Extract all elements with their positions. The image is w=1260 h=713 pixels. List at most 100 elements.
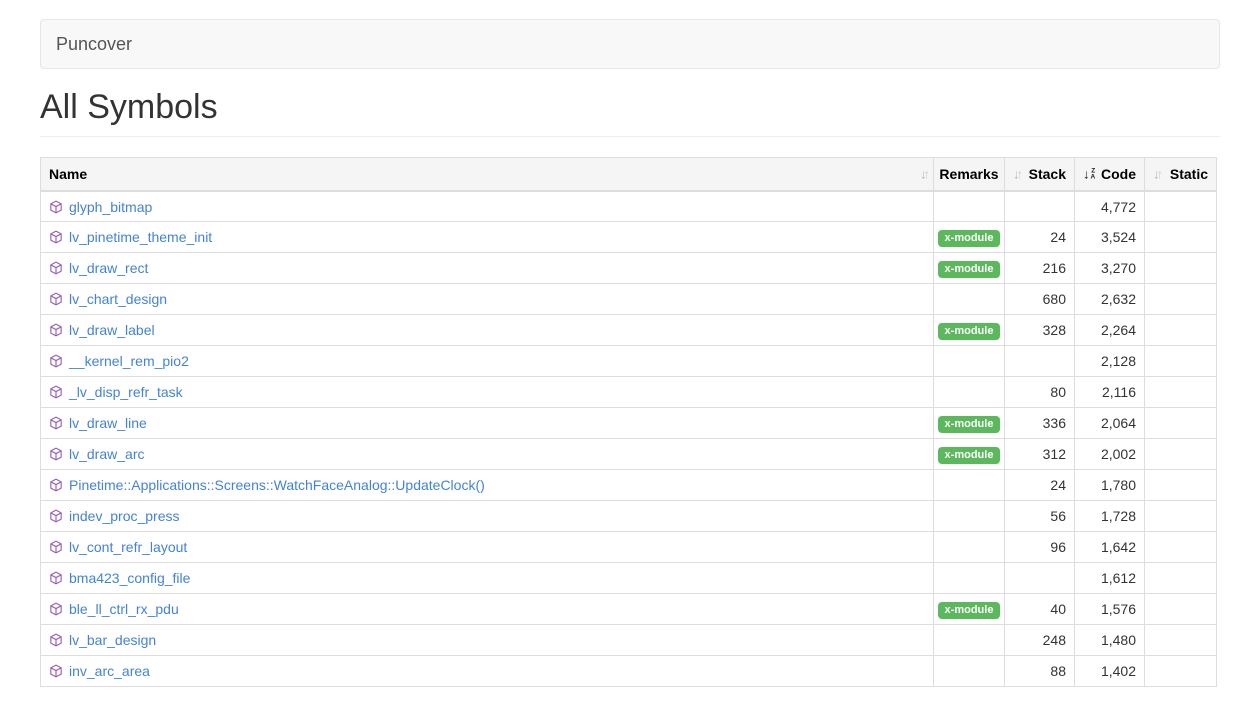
- cube-icon: [49, 540, 63, 554]
- symbols-table: Name ↓↑ Remarks ↓↑ Stack ↓ZA Code ↓↑ Sta…: [40, 157, 1217, 687]
- code-cell: 2,116: [1075, 377, 1145, 408]
- static-cell: [1145, 656, 1217, 687]
- symbol-link[interactable]: lv_draw_rect: [69, 260, 148, 276]
- table-row: lv_draw_label x-module 328 2,264: [41, 315, 1217, 346]
- stack-cell: 88: [1005, 656, 1075, 687]
- table-row: glyph_bitmap 4,772: [41, 191, 1217, 222]
- symbol-link[interactable]: lv_cont_refr_layout: [69, 539, 187, 555]
- table-row: Pinetime::Applications::Screens::WatchFa…: [41, 470, 1217, 501]
- table-row: lv_chart_design 680 2,632: [41, 284, 1217, 315]
- remarks-cell: x-module: [934, 594, 1005, 625]
- stack-cell: 312: [1005, 439, 1075, 470]
- brand-link[interactable]: Puncover: [56, 19, 132, 69]
- cube-icon: [49, 602, 63, 616]
- x-module-badge: x-module: [938, 416, 1001, 433]
- symbol-link[interactable]: __kernel_rem_pio2: [69, 353, 189, 369]
- code-cell: 1,780: [1075, 470, 1145, 501]
- cube-icon: [49, 354, 63, 368]
- x-module-badge: x-module: [938, 447, 1001, 464]
- stack-cell: 24: [1005, 222, 1075, 253]
- remarks-cell: [934, 470, 1005, 501]
- remarks-cell: [934, 377, 1005, 408]
- table-row: lv_pinetime_theme_init x-module 24 3,524: [41, 222, 1217, 253]
- symbol-cell: indev_proc_press: [41, 501, 934, 532]
- page-container: Puncover All Symbols Name ↓↑ Remarks ↓↑ …: [40, 19, 1220, 687]
- column-header-stack[interactable]: ↓↑ Stack: [1005, 158, 1075, 191]
- static-cell: [1145, 408, 1217, 439]
- table-row: inv_arc_area 88 1,402: [41, 656, 1217, 687]
- symbol-cell: Pinetime::Applications::Screens::WatchFa…: [41, 470, 934, 501]
- remarks-cell: [934, 532, 1005, 563]
- sort-both-icon: ↓↑: [1013, 167, 1020, 182]
- stack-cell: 96: [1005, 532, 1075, 563]
- cube-icon: [49, 200, 63, 214]
- symbol-link[interactable]: ble_ll_ctrl_rx_pdu: [69, 601, 179, 617]
- symbol-cell: inv_arc_area: [41, 656, 934, 687]
- symbol-link[interactable]: lv_draw_line: [69, 415, 147, 431]
- remarks-cell: x-module: [934, 439, 1005, 470]
- remarks-cell: [934, 191, 1005, 222]
- remarks-cell: x-module: [934, 315, 1005, 346]
- page-title: All Symbols: [40, 89, 1220, 126]
- symbol-link[interactable]: _lv_disp_refr_task: [69, 384, 183, 400]
- table-row: bma423_config_file 1,612: [41, 563, 1217, 594]
- cube-icon: [49, 447, 63, 461]
- remarks-cell: [934, 625, 1005, 656]
- table-row: ble_ll_ctrl_rx_pdu x-module 40 1,576: [41, 594, 1217, 625]
- code-cell: 3,270: [1075, 253, 1145, 284]
- sort-both-icon: ↓↑: [1153, 167, 1160, 182]
- table-row: __kernel_rem_pio2 2,128: [41, 346, 1217, 377]
- static-cell: [1145, 563, 1217, 594]
- stack-cell: 24: [1005, 470, 1075, 501]
- code-cell: 1,576: [1075, 594, 1145, 625]
- symbol-link[interactable]: lv_draw_label: [69, 322, 155, 338]
- code-cell: 1,480: [1075, 625, 1145, 656]
- x-module-badge: x-module: [938, 230, 1001, 247]
- stack-cell: [1005, 563, 1075, 594]
- cube-icon: [49, 230, 63, 244]
- column-header-static[interactable]: ↓↑ Static: [1145, 158, 1217, 191]
- code-cell: 3,524: [1075, 222, 1145, 253]
- symbol-link[interactable]: lv_chart_design: [69, 291, 167, 307]
- table-row: lv_draw_arc x-module 312 2,002: [41, 439, 1217, 470]
- symbol-link[interactable]: indev_proc_press: [69, 508, 180, 524]
- table-row: indev_proc_press 56 1,728: [41, 501, 1217, 532]
- static-cell: [1145, 253, 1217, 284]
- cube-icon: [49, 385, 63, 399]
- symbol-link[interactable]: Pinetime::Applications::Screens::WatchFa…: [69, 477, 485, 493]
- column-header-remarks: Remarks: [934, 158, 1005, 191]
- page-header: All Symbols: [40, 89, 1220, 137]
- symbol-link[interactable]: lv_pinetime_theme_init: [69, 229, 212, 245]
- symbol-cell: lv_chart_design: [41, 284, 934, 315]
- static-cell: [1145, 284, 1217, 315]
- symbol-cell: lv_bar_design: [41, 625, 934, 656]
- static-cell: [1145, 191, 1217, 222]
- table-header-row: Name ↓↑ Remarks ↓↑ Stack ↓ZA Code ↓↑ Sta…: [41, 158, 1217, 191]
- x-module-badge: x-module: [938, 261, 1001, 278]
- stack-cell: 328: [1005, 315, 1075, 346]
- code-cell: 2,002: [1075, 439, 1145, 470]
- static-cell: [1145, 439, 1217, 470]
- symbol-cell: __kernel_rem_pio2: [41, 346, 934, 377]
- remarks-cell: x-module: [934, 222, 1005, 253]
- column-header-code[interactable]: ↓ZA Code: [1075, 158, 1145, 191]
- table-row: lv_draw_line x-module 336 2,064: [41, 408, 1217, 439]
- column-label: Name: [49, 166, 87, 182]
- symbol-link[interactable]: lv_draw_arc: [69, 446, 144, 462]
- sort-both-icon: ↓↑: [920, 167, 927, 182]
- stack-cell: [1005, 191, 1075, 222]
- cube-icon: [49, 292, 63, 306]
- static-cell: [1145, 532, 1217, 563]
- stack-cell: 56: [1005, 501, 1075, 532]
- code-cell: 2,264: [1075, 315, 1145, 346]
- symbol-link[interactable]: inv_arc_area: [69, 663, 150, 679]
- symbol-link[interactable]: lv_bar_design: [69, 632, 156, 648]
- column-header-name[interactable]: Name ↓↑: [41, 158, 934, 191]
- cube-icon: [49, 633, 63, 647]
- symbol-link[interactable]: bma423_config_file: [69, 570, 190, 586]
- stack-cell: 336: [1005, 408, 1075, 439]
- symbols-table-body: glyph_bitmap 4,772 lv_pinetime_theme_ini…: [41, 191, 1217, 687]
- static-cell: [1145, 470, 1217, 501]
- symbol-cell: glyph_bitmap: [41, 191, 934, 222]
- symbol-link[interactable]: glyph_bitmap: [69, 199, 152, 215]
